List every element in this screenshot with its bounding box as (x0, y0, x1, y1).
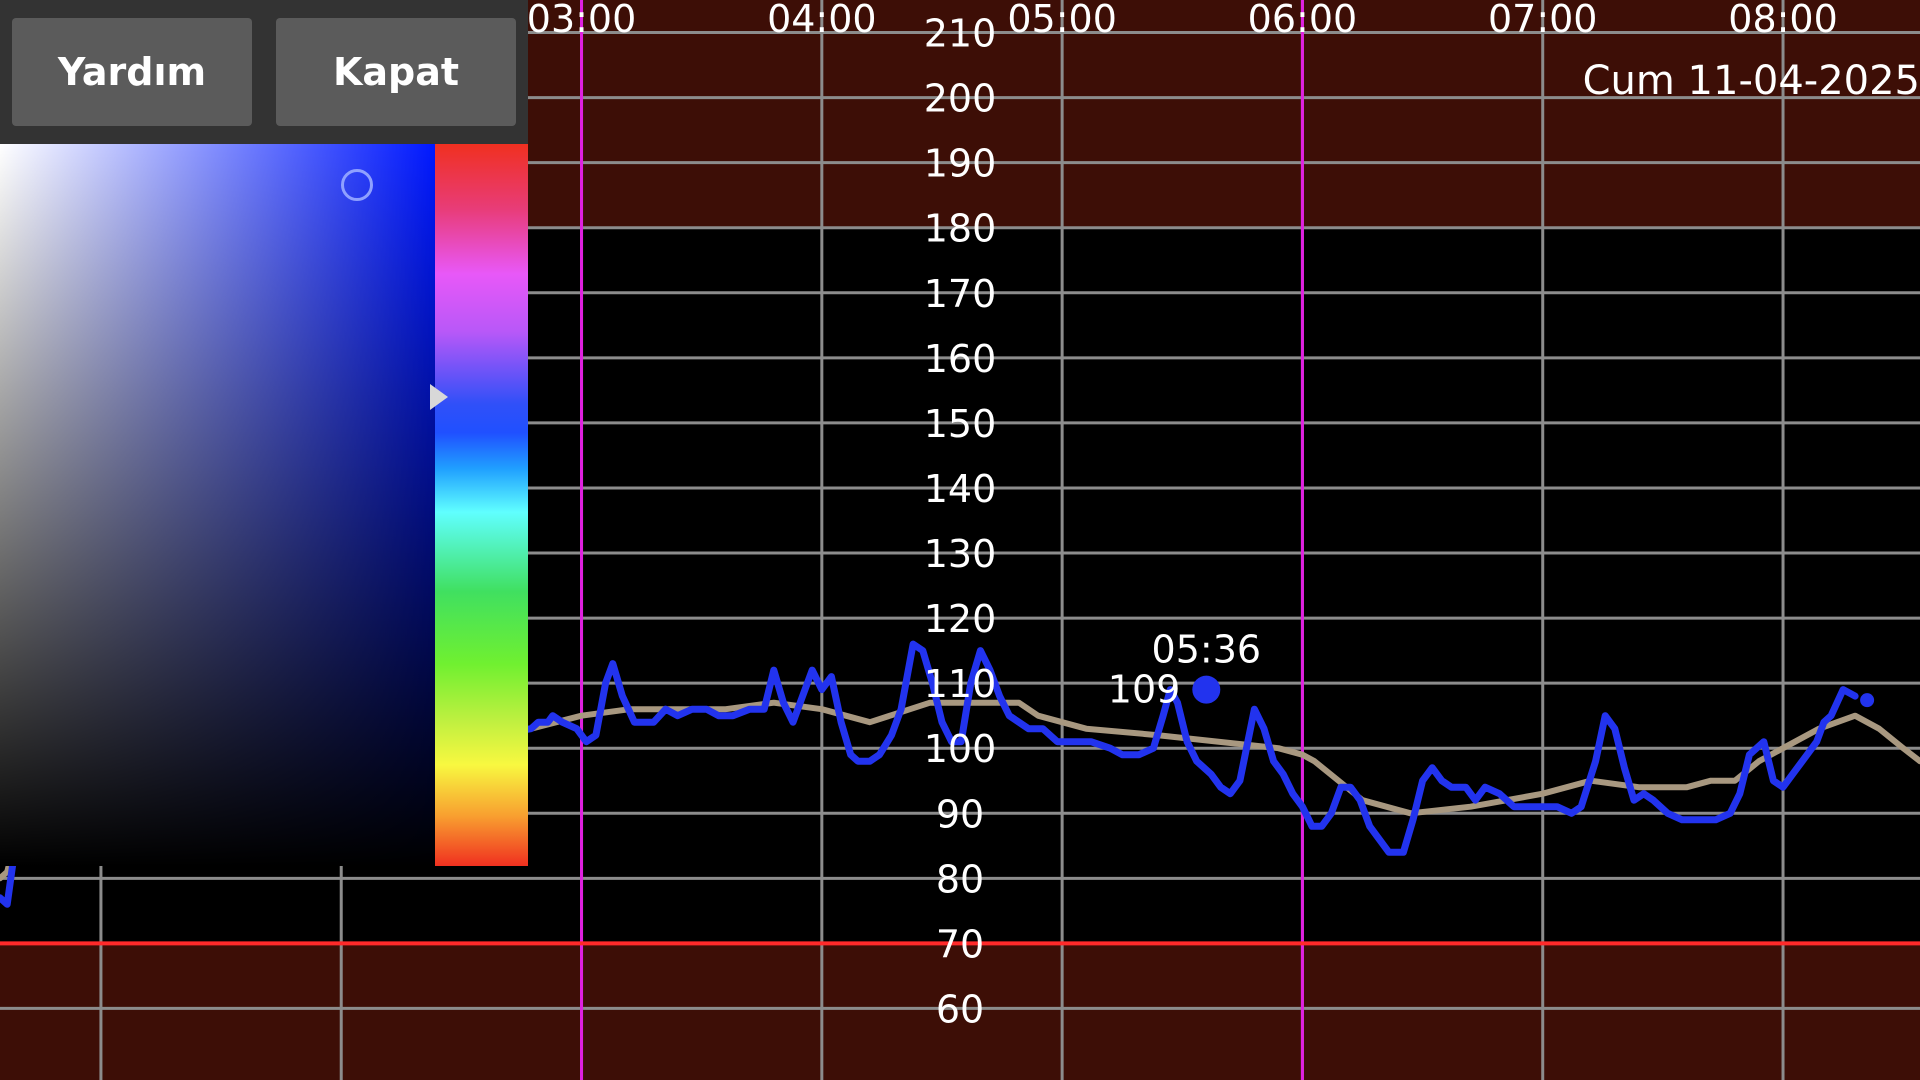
date-label: Cum 11-04-2025 (1582, 58, 1920, 104)
y-tick-label: 170 (924, 272, 997, 316)
y-tick-label: 210 (924, 12, 997, 56)
hue-slider-handle-icon[interactable] (430, 383, 448, 410)
y-tick-label: 140 (924, 467, 997, 511)
x-tick-label: 06:00 (1248, 0, 1358, 41)
color-picker-header: Yardım Kapat (0, 0, 528, 144)
color-picker-dialog: Yardım Kapat (0, 0, 528, 866)
marker-time-label: 05:36 (1152, 628, 1262, 672)
y-tick-label: 150 (924, 402, 997, 446)
x-tick-label: 03:00 (527, 0, 637, 41)
close-button[interactable]: Kapat (276, 18, 516, 126)
y-tick-label: 60 (936, 987, 984, 1031)
marker-value-label: 109 (1108, 668, 1181, 712)
y-tick-label: 180 (924, 207, 997, 251)
y-tick-label: 110 (924, 662, 997, 706)
y-tick-label: 70 (936, 922, 984, 966)
y-tick-label: 130 (924, 532, 997, 576)
y-tick-label: 100 (924, 727, 997, 771)
y-tick-label: 90 (936, 792, 984, 836)
y-tick-label: 190 (924, 142, 997, 186)
saturation-value-square[interactable] (0, 144, 435, 866)
saturation-value-handle[interactable] (340, 168, 373, 201)
help-button[interactable]: Yardım (12, 18, 252, 126)
y-tick-label: 160 (924, 337, 997, 381)
marker-point (1192, 675, 1221, 704)
y-tick-label: 80 (936, 857, 984, 901)
x-tick-label: 04:00 (767, 0, 877, 41)
x-tick-label: 08:00 (1728, 0, 1838, 41)
y-tick-label: 200 (924, 77, 997, 121)
hue-slider[interactable] (435, 144, 528, 866)
y-tick-label: 120 (924, 597, 997, 641)
x-tick-label: 07:00 (1488, 0, 1598, 41)
last-reading-dot (1860, 693, 1875, 708)
x-tick-label: 05:00 (1007, 0, 1117, 41)
